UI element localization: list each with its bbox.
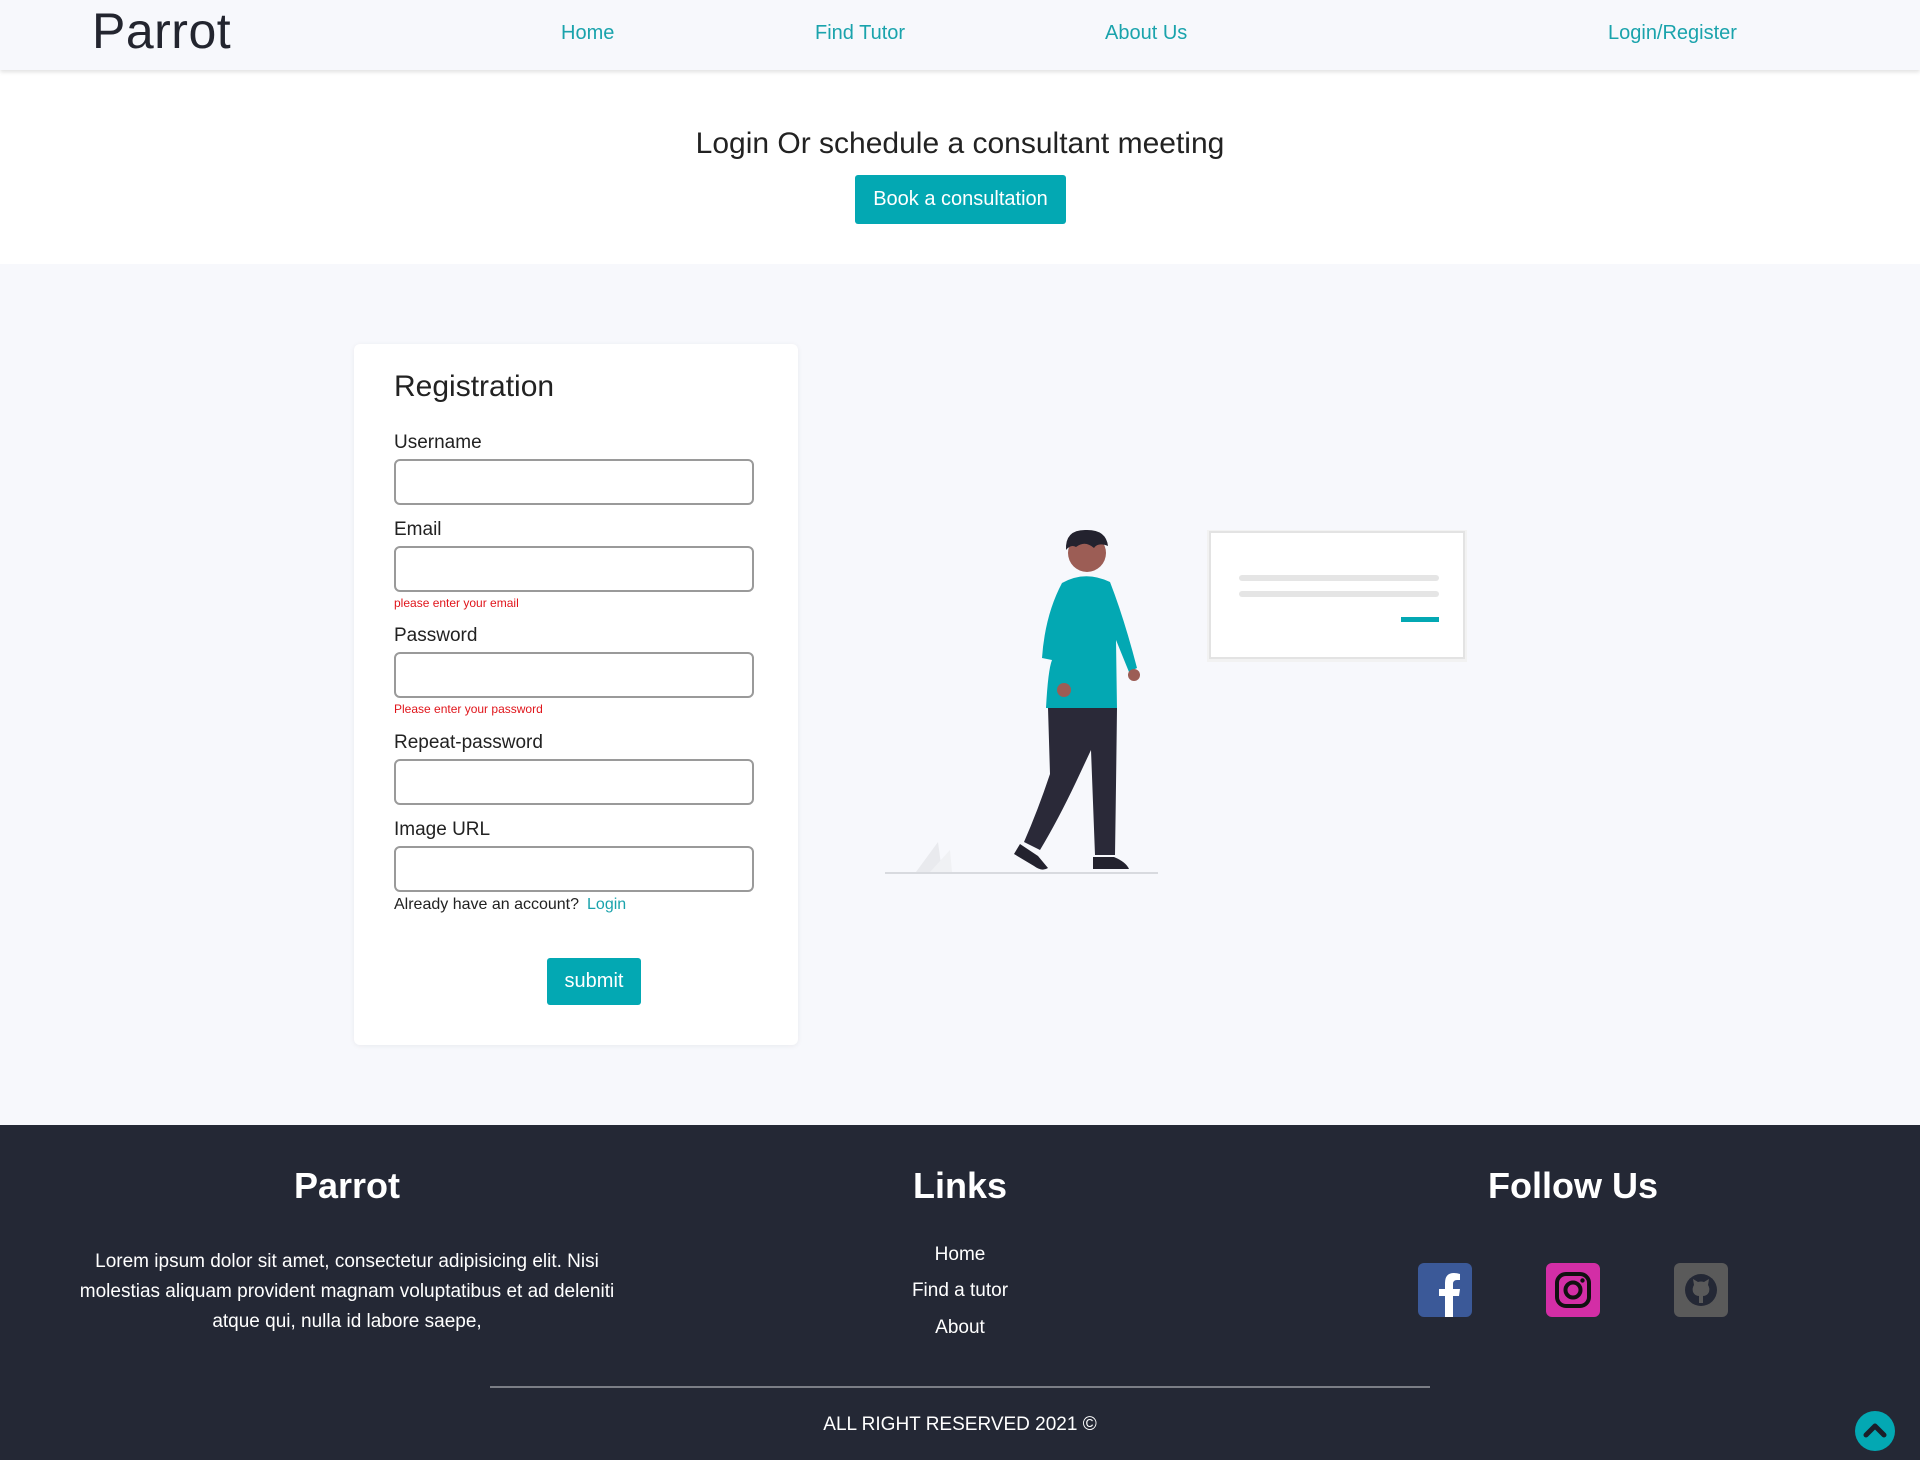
navbar: Parrot Home Find Tutor About Us Login/Re… [0, 0, 1920, 70]
person-legs [1024, 708, 1117, 855]
submit-button[interactable]: submit [547, 958, 641, 1005]
username-label: Username [394, 432, 482, 453]
footer-brand-heading: Parrot [293, 1165, 401, 1206]
nav-link-login-register[interactable]: Login/Register [1608, 22, 1737, 45]
board-line-1 [1239, 575, 1439, 581]
nav-link-about-us[interactable]: About Us [1105, 22, 1187, 45]
hero-section: Login Or schedule a consultant meeting B… [0, 70, 1920, 264]
person-hand-left [1057, 683, 1071, 697]
brand-logo[interactable]: Parrot [92, 2, 231, 60]
password-label: Password [394, 625, 478, 646]
nav-link-find-tutor[interactable]: Find Tutor [815, 22, 905, 45]
person-torso [1042, 576, 1137, 710]
copyright-text: ALL RIGHT RESERVED 2021 © [823, 1414, 1097, 1435]
login-link[interactable]: Login [587, 896, 626, 913]
password-field[interactable] [394, 652, 754, 698]
password-error-message: Please enter your password [394, 702, 543, 716]
scroll-to-top-button[interactable] [1855, 1411, 1895, 1451]
repeat-password-field[interactable] [394, 759, 754, 805]
footer: Parrot Lorem ipsum dolor sit amet, conse… [0, 1125, 1920, 1460]
image-url-field[interactable] [394, 846, 754, 892]
footer-links-heading: Links [912, 1165, 1008, 1206]
person-hand-right [1128, 669, 1140, 681]
footer-follow-heading: Follow Us [1488, 1165, 1658, 1206]
footer-description: Lorem ipsum dolor sit amet, consectetur … [79, 1251, 615, 1332]
board-line-2 [1239, 591, 1439, 597]
chevron-up-icon [1863, 1423, 1887, 1438]
have-account-prompt: Already have an account? Login [394, 896, 626, 914]
github-icon[interactable] [1674, 1263, 1728, 1317]
image-url-label: Image URL [394, 819, 491, 840]
registration-card: Registration Username Email please enter… [354, 344, 798, 1045]
footer-link-home[interactable]: Home [860, 1244, 1060, 1266]
hero-title: Login Or schedule a consultant meeting [695, 127, 1225, 160]
nav-link-home[interactable]: Home [561, 22, 614, 45]
footer-link-about[interactable]: About [860, 1317, 1060, 1339]
person-walking-illustration [885, 529, 1467, 874]
username-field[interactable] [394, 459, 754, 505]
have-account-text: Already have an account? [394, 896, 580, 913]
person-shoe-left [1014, 844, 1048, 870]
instagram-icon[interactable] [1546, 1263, 1600, 1317]
footer-link-find-tutor[interactable]: Find a tutor [860, 1280, 1060, 1302]
person-shoe-right [1093, 857, 1129, 869]
email-label: Email [394, 519, 442, 540]
board-accent-line [1401, 617, 1439, 622]
email-error-message: please enter your email [394, 596, 519, 610]
facebook-icon[interactable] [1418, 1263, 1472, 1317]
book-consultation-button[interactable]: Book a consultation [855, 175, 1066, 224]
email-field[interactable] [394, 546, 754, 592]
registration-title: Registration [394, 370, 555, 403]
repeat-password-label: Repeat-password [394, 732, 543, 753]
footer-divider [490, 1386, 1430, 1388]
